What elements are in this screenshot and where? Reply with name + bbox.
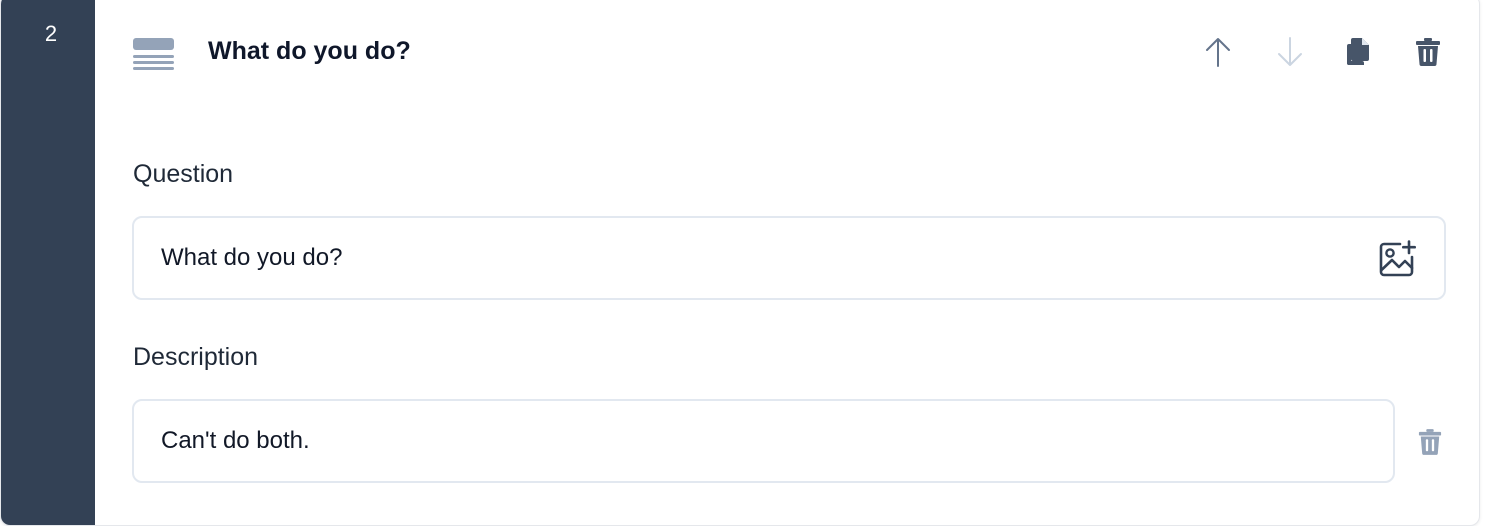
description-input[interactable]: Can't do both. bbox=[132, 399, 1395, 483]
copy-icon bbox=[1347, 38, 1369, 65]
move-down-button[interactable] bbox=[1274, 36, 1306, 68]
question-label: Question bbox=[133, 160, 234, 188]
delete-description-button[interactable] bbox=[1411, 423, 1449, 461]
duplicate-button[interactable] bbox=[1342, 36, 1374, 68]
delete-question-button[interactable] bbox=[1412, 36, 1444, 68]
question-card: 2 What do you do? Question What do you d… bbox=[0, 0, 1480, 526]
trash-icon bbox=[1418, 429, 1442, 455]
move-up-button[interactable] bbox=[1202, 36, 1234, 68]
description-input-value: Can't do both. bbox=[161, 427, 310, 454]
image-add-icon bbox=[1379, 240, 1416, 277]
question-number: 2 bbox=[44, 21, 58, 46]
lines-icon bbox=[133, 38, 174, 70]
description-label: Description bbox=[133, 343, 259, 371]
question-input[interactable]: What do you do? bbox=[132, 216, 1446, 300]
question-number-rail: 2 bbox=[1, 0, 95, 525]
arrow-down-icon bbox=[1278, 37, 1302, 66]
question-input-value: What do you do? bbox=[161, 244, 343, 271]
add-image-button[interactable] bbox=[1378, 240, 1416, 278]
trash-icon bbox=[1416, 38, 1440, 66]
arrow-up-icon bbox=[1206, 38, 1230, 67]
question-title: What do you do? bbox=[208, 37, 411, 65]
